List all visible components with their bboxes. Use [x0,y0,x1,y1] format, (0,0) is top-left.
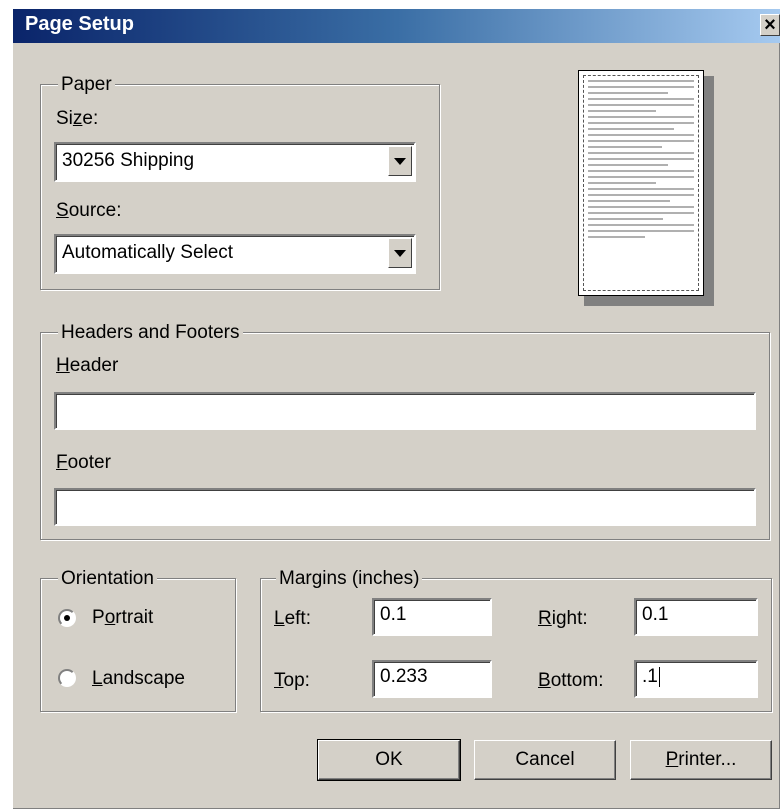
source-value: Automatically Select [62,242,234,263]
top-margin-input[interactable]: 0.233 [372,660,492,698]
printer-button[interactable]: Printer... [630,740,772,780]
paper-group-label: Paper [58,74,115,96]
header-label: Header [56,355,119,376]
footer-label: Footer [56,452,111,473]
source-label: Source: [56,200,122,221]
preview-margin-outline [583,75,699,291]
right-margin-label: Right: [538,608,588,629]
portrait-radio[interactable] [58,609,76,627]
left-margin-label: Left: [274,608,311,629]
cancel-button[interactable]: Cancel [474,740,616,780]
size-value: 30256 Shipping [62,150,195,171]
window-title: Page Setup [25,13,134,35]
landscape-radio[interactable] [58,669,76,687]
text-caret [658,666,660,687]
close-icon[interactable]: × [760,14,780,36]
bottom-margin-label: Bottom: [538,670,604,691]
header-input[interactable] [54,392,756,430]
orientation-group-label: Orientation [58,568,157,590]
orientation-group [40,578,236,712]
source-dropdown[interactable]: Automatically Select [54,234,416,274]
margins-group-label: Margins (inches) [276,568,423,590]
footer-input[interactable] [54,488,756,526]
top-margin-label: Top: [274,670,310,691]
ok-button[interactable]: OK [317,739,461,781]
portrait-label[interactable]: Portrait [92,607,153,629]
chevron-down-icon[interactable] [388,146,412,176]
landscape-label[interactable]: Landscape [92,668,185,690]
bottom-margin-value: .1 [642,666,658,687]
headers-footers-group-label: Headers and Footers [58,322,243,344]
size-label: Size: [56,108,99,129]
right-margin-input[interactable]: 0.1 [634,598,758,636]
bottom-margin-input[interactable]: .1 [634,660,758,698]
title-bar[interactable]: Page Setup [13,9,780,43]
page-preview [578,70,704,296]
left-margin-input[interactable]: 0.1 [372,598,492,636]
size-dropdown[interactable]: 30256 Shipping [54,142,416,182]
chevron-down-icon[interactable] [388,238,412,268]
